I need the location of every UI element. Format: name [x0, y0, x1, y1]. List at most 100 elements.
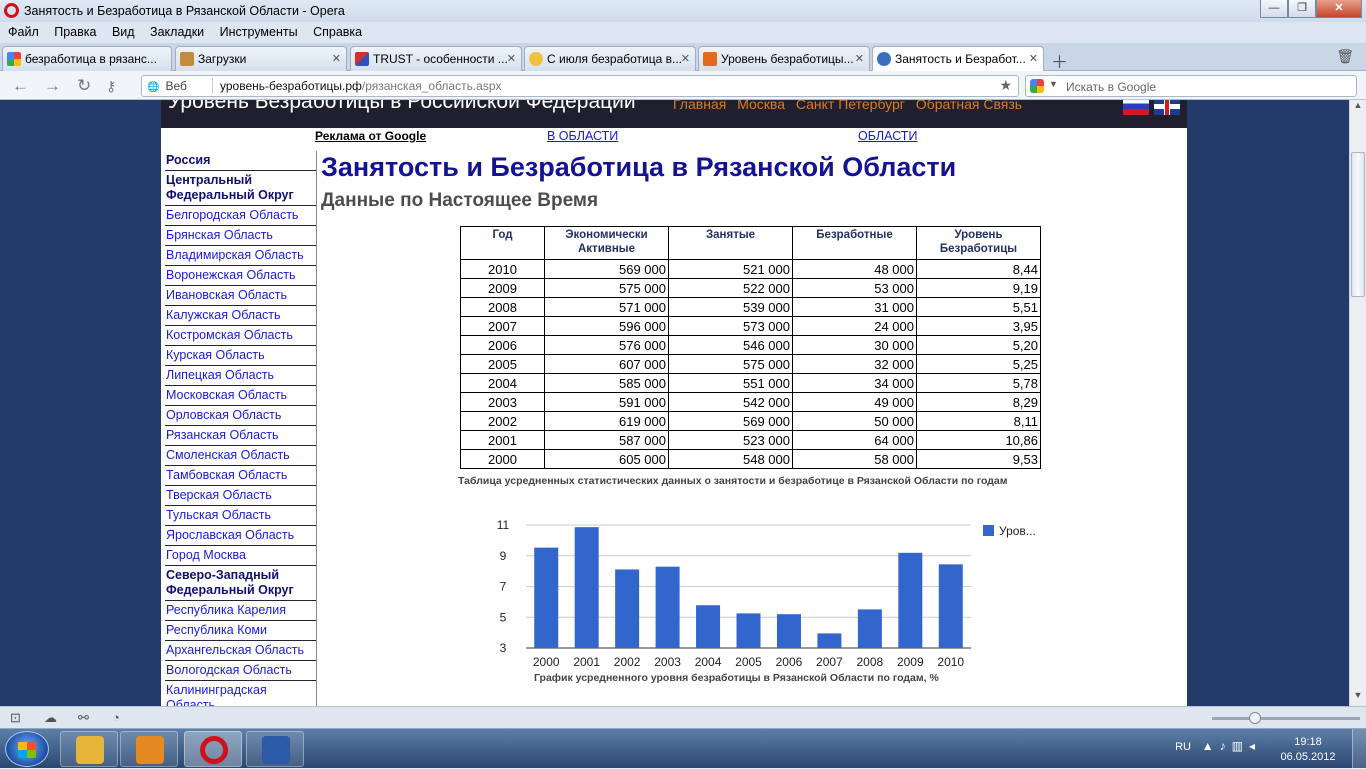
tab-unemployment-level[interactable]: Уровень безработицы... ✕ — [698, 46, 870, 71]
start-button[interactable] — [5, 731, 49, 767]
menu-bookmarks[interactable]: Закладки — [142, 22, 204, 39]
sidebar-region-link[interactable]: Воронежская Область — [165, 266, 316, 286]
search-input[interactable]: ▼ Искать в Google — [1025, 75, 1357, 97]
sidebar-region-link[interactable]: Город Москва — [165, 546, 316, 566]
tab-current-page[interactable]: Занятость и Безработ... ✕ — [872, 46, 1044, 72]
new-tab-icon[interactable]: ＋ — [1051, 48, 1068, 73]
table-cell: 2000 — [460, 449, 545, 469]
show-desktop-button[interactable] — [1352, 729, 1366, 769]
taskbar-opera[interactable] — [184, 731, 242, 767]
sidebar-region-link[interactable]: Брянская Область — [165, 226, 316, 246]
close-tab-icon[interactable]: ✕ — [332, 52, 341, 65]
clock[interactable]: 19:18 06.05.2012 — [1278, 735, 1338, 765]
sidebar-region-link[interactable]: Калининградская Область — [165, 681, 316, 706]
sidebar-region-link[interactable]: Смоленская Область — [165, 446, 316, 466]
taskbar-explorer[interactable] — [60, 731, 118, 767]
table-cell: 619 000 — [544, 411, 669, 431]
chevron-down-icon[interactable]: ▼ — [1049, 79, 1058, 89]
vertical-scrollbar[interactable]: ▲ ▼ — [1349, 100, 1366, 706]
sidebar-region-link[interactable]: Владимирская Область — [165, 246, 316, 266]
back-icon[interactable]: ← — [12, 76, 29, 96]
menu-help[interactable]: Справка — [305, 22, 362, 39]
maximize-button[interactable]: ❐ — [1288, 0, 1316, 18]
google-ads-label[interactable]: Реклама от Google — [315, 129, 426, 143]
bar[interactable] — [857, 609, 882, 648]
russian-flag-icon[interactable] — [1123, 100, 1149, 115]
zoom-slider[interactable] — [1212, 712, 1360, 724]
bar[interactable] — [696, 605, 721, 648]
reload-icon[interactable]: ↻ — [77, 76, 91, 96]
menu-file[interactable]: Файл — [0, 22, 39, 39]
address-field[interactable]: Веб уровень-безработицы.рф/рязанская_обл… — [141, 75, 1019, 97]
bookmark-star-icon[interactable]: ★ — [999, 77, 1012, 94]
bar[interactable] — [736, 613, 761, 648]
bar[interactable] — [938, 564, 963, 648]
taskbar-word[interactable] — [246, 731, 304, 767]
language-indicator[interactable]: RU — [1175, 741, 1191, 753]
sidebar-region-link[interactable]: Республика Коми — [165, 621, 316, 641]
close-window-button[interactable]: ✕ — [1316, 0, 1362, 18]
sidebar-region-link[interactable]: Курская Область — [165, 346, 316, 366]
ad-link-region[interactable]: В ОБЛАСТИ — [547, 129, 618, 143]
sidebar-region-link[interactable]: Белгородская Область — [165, 206, 316, 226]
nav-spb-link[interactable]: Санкт Петербург — [796, 100, 905, 112]
sidebar-region-link[interactable]: Тульская Область — [165, 506, 316, 526]
bar[interactable] — [776, 614, 801, 648]
nav-feedback-link[interactable]: Обратная Связь — [916, 100, 1022, 112]
scroll-down-icon[interactable]: ▼ — [1350, 690, 1366, 706]
sidebar-region-link[interactable]: Вологодская Область — [165, 661, 316, 681]
tab-news[interactable]: С июля безработица в... ✕ — [524, 46, 696, 71]
tab-google-search[interactable]: безработица в рязанс... — [2, 46, 172, 71]
sidebar-region-link[interactable]: Костромская Область — [165, 326, 316, 346]
menu-view[interactable]: Вид — [104, 22, 135, 39]
share-icon[interactable]: ⚯ — [78, 710, 89, 726]
trash-icon[interactable]: 🗑 — [1336, 48, 1354, 65]
tab-trust[interactable]: TRUST - особенности ... ✕ — [350, 46, 522, 71]
panel-toggle-icon[interactable]: ⊡ — [10, 710, 21, 726]
table-cell: 591 000 — [544, 392, 669, 412]
sidebar-heading[interactable]: Северо-Западный Федеральный Округ — [165, 566, 316, 601]
minimize-button[interactable]: — — [1260, 0, 1288, 18]
bar[interactable] — [655, 566, 680, 648]
key-icon[interactable]: ⚷ — [106, 78, 116, 95]
scroll-thumb[interactable] — [1351, 152, 1365, 297]
bar[interactable] — [534, 547, 559, 648]
menu-edit[interactable]: Правка — [46, 22, 96, 39]
nav-home-link[interactable]: Главная — [673, 100, 726, 112]
sidebar-region-link[interactable]: Ивановская Область — [165, 286, 316, 306]
close-tab-icon[interactable]: ✕ — [1029, 52, 1038, 65]
sidebar-region-link[interactable]: Тверская Область — [165, 486, 316, 506]
sidebar-region-link[interactable]: Липецкая Область — [165, 366, 316, 386]
menu-tools[interactable]: Инструменты — [212, 22, 298, 39]
sidebar-heading[interactable]: Россия — [165, 151, 316, 171]
tray-icons[interactable]: ▲♪▥◂ — [1202, 739, 1261, 753]
sidebar-region-link[interactable]: Республика Карелия — [165, 601, 316, 621]
sidebar-region-link[interactable]: Архангельская Область — [165, 641, 316, 661]
sidebar-region-link[interactable]: Рязанская Область — [165, 426, 316, 446]
ad-link-regions[interactable]: ОБЛАСТИ — [858, 129, 917, 143]
bar[interactable] — [574, 527, 599, 648]
close-tab-icon[interactable]: ✕ — [507, 52, 516, 65]
close-tab-icon[interactable]: ✕ — [855, 52, 864, 65]
taskbar-media-player[interactable] — [120, 731, 178, 767]
bar[interactable] — [615, 569, 640, 648]
sidebar-region-link[interactable]: Калужская Область — [165, 306, 316, 326]
sidebar-region-link[interactable]: Тамбовская Область — [165, 466, 316, 486]
close-tab-icon[interactable]: ✕ — [681, 52, 690, 65]
sidebar-region-link[interactable]: Ярославская Область — [165, 526, 316, 546]
sidebar-heading[interactable]: Центральный Федеральный Округ — [165, 171, 316, 206]
bar[interactable] — [898, 552, 923, 648]
y-tick-label: 3 — [500, 641, 507, 655]
bar[interactable] — [817, 633, 842, 648]
table-cell: 64 000 — [792, 430, 917, 450]
sidebar-region-link[interactable]: Московская Область — [165, 386, 316, 406]
uk-flag-icon[interactable] — [1154, 100, 1180, 115]
forward-icon[interactable]: → — [44, 76, 61, 96]
tab-downloads[interactable]: Загрузки ✕ — [175, 46, 347, 71]
zoom-slider-knob[interactable] — [1249, 712, 1261, 724]
sidebar-region-link[interactable]: Орловская Область — [165, 406, 316, 426]
speed-dial-icon[interactable]: ◔ — [112, 710, 120, 725]
scroll-up-icon[interactable]: ▲ — [1350, 100, 1366, 116]
nav-moscow-link[interactable]: Москва — [737, 100, 785, 112]
cloud-icon[interactable]: ☁ — [44, 710, 57, 726]
